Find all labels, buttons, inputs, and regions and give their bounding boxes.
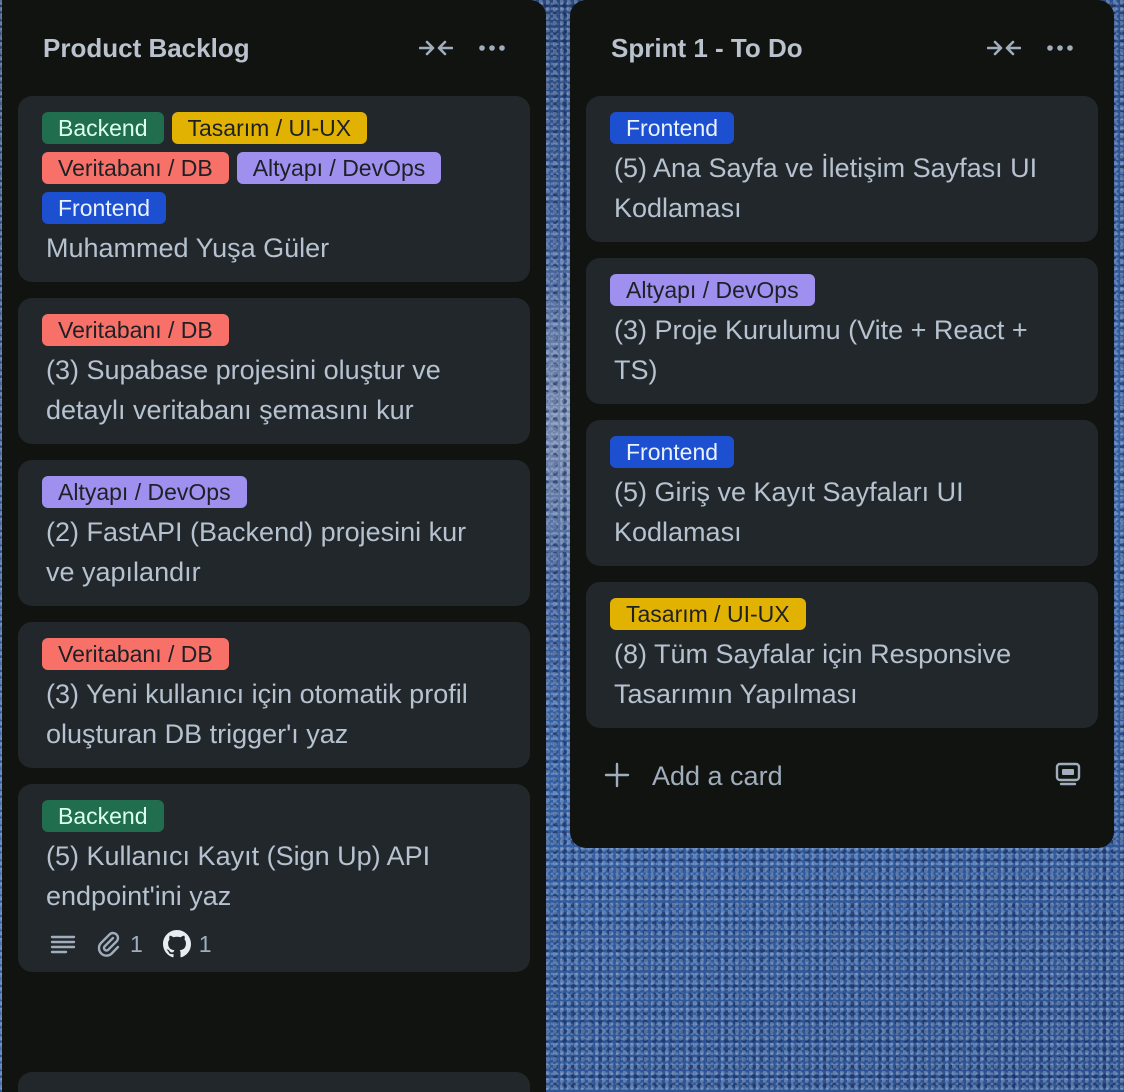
create-from-template-button[interactable] — [1054, 761, 1082, 792]
more-icon — [479, 45, 505, 51]
label-database[interactable]: Veritabanı / DB — [42, 638, 229, 670]
card-list: Backend Tasarım / UI-UX Veritabanı / DB … — [18, 96, 530, 972]
card-partial[interactable] — [18, 1072, 530, 1092]
card[interactable]: Altyapı / DevOps (3) Proje Kurulumu (Vit… — [586, 258, 1098, 404]
label-devops[interactable]: Altyapı / DevOps — [236, 152, 442, 184]
github-icon — [162, 930, 191, 958]
card[interactable]: Backend (5) Kullanıcı Kayıt (Sign Up) AP… — [18, 784, 530, 972]
card-title: (5) Ana Sayfa ve İletişim Sayfası UI Kod… — [614, 153, 1038, 223]
card-labels: Altyapı / DevOps — [610, 274, 1074, 306]
card-title: Muhammed Yuşa Güler — [46, 233, 330, 263]
plus-icon[interactable] — [604, 758, 632, 794]
card-title: (3) Supabase projesini oluştur ve detayl… — [46, 355, 441, 425]
card-labels: Frontend — [610, 436, 1074, 468]
attachments-count: 1 — [130, 930, 143, 957]
card[interactable]: Veritabanı / DB (3) Supabase projesini o… — [18, 298, 530, 444]
template-icon — [1055, 762, 1081, 785]
collapse-icon — [987, 40, 1021, 56]
card-labels: Backend — [42, 800, 506, 832]
card[interactable]: Altyapı / DevOps (2) FastAPI (Backend) p… — [18, 460, 530, 606]
collapse-list-button[interactable] — [408, 26, 464, 70]
label-devops[interactable]: Altyapı / DevOps — [610, 274, 815, 306]
list-header: Sprint 1 - To Do — [586, 0, 1098, 96]
label-backend[interactable]: Backend — [42, 112, 164, 144]
card-title: (2) FastAPI (Backend) projesini kur ve y… — [46, 517, 467, 587]
card-title: (3) Proje Kurulumu (Vite + React + TS) — [614, 315, 1028, 385]
collapse-list-button[interactable] — [976, 26, 1032, 70]
label-frontend[interactable]: Frontend — [42, 192, 167, 224]
card[interactable]: Frontend (5) Ana Sayfa ve İletişim Sayfa… — [586, 96, 1098, 242]
card-title: (3) Yeni kullanıcı için otomatik profil … — [46, 679, 468, 749]
card[interactable]: Veritabanı / DB (3) Yeni kullanıcı için … — [18, 622, 530, 768]
card-labels: Frontend — [610, 112, 1074, 144]
list-header: Product Backlog — [18, 0, 530, 96]
label-frontend[interactable]: Frontend — [610, 436, 735, 468]
list-actions-button[interactable] — [1032, 26, 1088, 70]
card-labels: Backend Tasarım / UI-UX Veritabanı / DB … — [42, 112, 506, 224]
card-badges: 1 1 — [42, 930, 506, 958]
collapse-icon — [419, 40, 453, 56]
attachments-badge: 1 — [96, 931, 143, 958]
card-labels: Veritabanı / DB — [42, 314, 506, 346]
label-database[interactable]: Veritabanı / DB — [42, 152, 229, 184]
description-badge — [50, 934, 76, 954]
list-title[interactable]: Sprint 1 - To Do — [611, 33, 976, 64]
label-database[interactable]: Veritabanı / DB — [42, 314, 229, 346]
list-product-backlog: Product Backlog Backend Tasarım / UI-UX … — [2, 0, 546, 1092]
add-card-row: Add a card — [586, 744, 1098, 808]
github-badge: 1 — [162, 930, 212, 958]
card[interactable]: Frontend (5) Giriş ve Kayıt Sayfaları UI… — [586, 420, 1098, 566]
paperclip-icon — [97, 931, 120, 957]
label-frontend[interactable]: Frontend — [610, 112, 735, 144]
list-sprint-1-todo: Sprint 1 - To Do Frontend (5) Ana Sayfa … — [570, 0, 1114, 848]
add-card-button[interactable]: Add a card — [652, 761, 1054, 792]
label-devops[interactable]: Altyapı / DevOps — [42, 476, 247, 508]
card-list: Frontend (5) Ana Sayfa ve İletişim Sayfa… — [586, 96, 1098, 728]
card-title: (8) Tüm Sayfalar için Responsive Tasarım… — [614, 639, 1012, 709]
card[interactable]: Backend Tasarım / UI-UX Veritabanı / DB … — [18, 96, 530, 282]
label-design[interactable]: Tasarım / UI-UX — [171, 112, 368, 144]
card-title: (5) Giriş ve Kayıt Sayfaları UI Kodlamas… — [614, 477, 964, 547]
card-labels: Altyapı / DevOps — [42, 476, 506, 508]
card-labels: Veritabanı / DB — [42, 638, 506, 670]
description-icon — [50, 935, 76, 954]
github-count: 1 — [198, 930, 212, 957]
card-labels: Tasarım / UI-UX — [610, 598, 1074, 630]
label-backend[interactable]: Backend — [42, 800, 164, 832]
list-title[interactable]: Product Backlog — [43, 33, 408, 64]
plus-icon-glyph — [604, 762, 630, 788]
more-icon — [1047, 45, 1073, 51]
card-title: (5) Kullanıcı Kayıt (Sign Up) API endpoi… — [46, 841, 431, 911]
label-design[interactable]: Tasarım / UI-UX — [610, 598, 806, 630]
list-actions-button[interactable] — [464, 26, 520, 70]
card[interactable]: Tasarım / UI-UX (8) Tüm Sayfalar için Re… — [586, 582, 1098, 728]
